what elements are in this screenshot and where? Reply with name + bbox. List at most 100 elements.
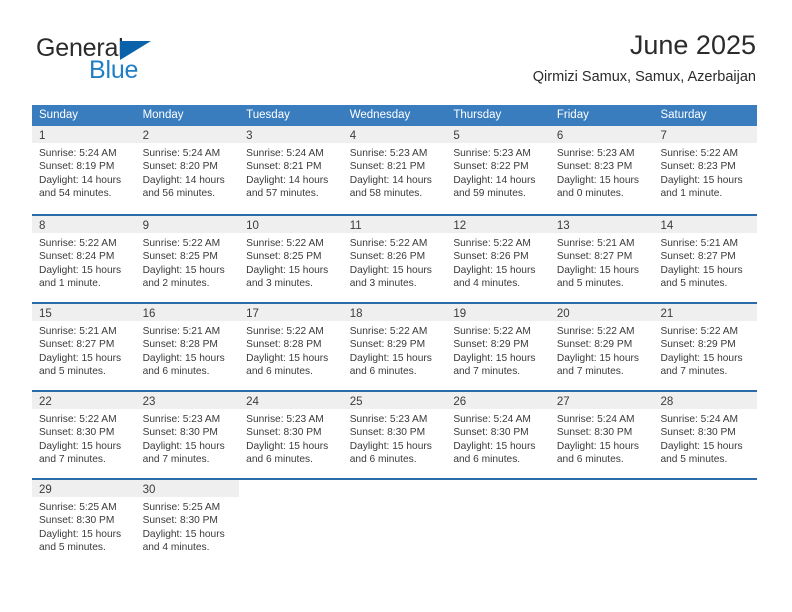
calendar-day-cell[interactable]: 7 Sunrise: 5:22 AM Sunset: 8:23 PM Daylight… bbox=[653, 126, 758, 214]
day-number: 21 bbox=[660, 308, 674, 320]
sunrise-text: Sunrise: 5:21 AM bbox=[556, 238, 635, 249]
day-details: Sunrise: 5:23 AM Sunset: 8:30 PM Daylight:… bbox=[136, 409, 240, 467]
day-number: 7 bbox=[660, 130, 667, 142]
brand-logo[interactable]: General Blue bbox=[36, 34, 236, 90]
calendar-day-cell[interactable]: 25 Sunrise: 5:23 AM Sunset: 8:30 PM Dayligh… bbox=[342, 392, 447, 478]
day-number-band: 12 bbox=[446, 216, 550, 233]
day-number-band: 22 bbox=[32, 392, 136, 409]
calendar-day-cell[interactable]: 12 Sunrise: 5:22 AM Sunset: 8:26 PM Dayligh… bbox=[446, 216, 550, 302]
calendar-day-cell[interactable]: 4 Sunrise: 5:23 AM Sunset: 8:21 PM Daylight… bbox=[342, 126, 447, 214]
calendar-day-cell[interactable]: 2 Sunrise: 5:24 AM Sunset: 8:20 PM Daylight… bbox=[135, 126, 240, 214]
sunset-text: Sunset: 8:23 PM bbox=[660, 161, 736, 173]
calendar-day-cell[interactable]: 6 Sunrise: 5:23 AM Sunset: 8:23 PM Daylight… bbox=[549, 126, 654, 214]
calendar-day-cell[interactable]: 14 Sunrise: 5:21 AM Sunset: 8:27 PM Dayligh… bbox=[653, 216, 758, 302]
daylight-text-line2: and 3 minutes. bbox=[246, 278, 313, 290]
calendar-day-cell[interactable]: 21 Sunrise: 5:22 AM Sunset: 8:29 PM Dayligh… bbox=[653, 304, 758, 390]
daylight-text-line1: Daylight: 15 hours bbox=[246, 264, 329, 276]
calendar-day-cell[interactable]: 27 Sunrise: 5:24 AM Sunset: 8:30 PM Dayligh… bbox=[549, 392, 654, 478]
day-number: 2 bbox=[142, 130, 149, 142]
daylight-text-line1: Daylight: 15 hours bbox=[39, 440, 122, 452]
sunset-text: Sunset: 8:30 PM bbox=[660, 427, 736, 439]
daylight-text-line2: and 58 minutes. bbox=[349, 188, 423, 200]
calendar-day-cell[interactable]: 11 Sunrise: 5:22 AM Sunset: 8:26 PM Dayligh… bbox=[342, 216, 447, 302]
day-details: Sunrise: 5:23 AM Sunset: 8:23 PM Daylight:… bbox=[550, 143, 654, 201]
calendar-day-cell[interactable]: 15 Sunrise: 5:21 AM Sunset: 8:27 PM Dayligh… bbox=[32, 304, 136, 390]
sunrise-text: Sunrise: 5:22 AM bbox=[246, 238, 324, 249]
calendar-day-cell[interactable]: 10 Sunrise: 5:22 AM Sunset: 8:25 PM Dayligh… bbox=[239, 216, 343, 302]
daylight-text-line2: and 4 minutes. bbox=[453, 278, 521, 290]
daylight-text-line1: Daylight: 15 hours bbox=[556, 264, 640, 276]
calendar-day-cell[interactable]: 23 Sunrise: 5:23 AM Sunset: 8:30 PM Dayligh… bbox=[135, 392, 240, 478]
calendar-day-cell[interactable]: 24 Sunrise: 5:23 AM Sunset: 8:30 PM Dayligh… bbox=[239, 392, 343, 478]
weekday-header-tuesday: Tuesday bbox=[246, 109, 290, 121]
weekday-header-saturday: Saturday bbox=[660, 109, 707, 121]
sunset-text: Sunset: 8:25 PM bbox=[246, 251, 322, 263]
daylight-text-line2: and 5 minutes. bbox=[660, 454, 728, 466]
sunrise-text: Sunrise: 5:24 AM bbox=[246, 148, 324, 159]
calendar-day-cell[interactable]: 17 Sunrise: 5:22 AM Sunset: 8:28 PM Dayligh… bbox=[239, 304, 343, 390]
calendar-day-cell[interactable]: 16 Sunrise: 5:21 AM Sunset: 8:28 PM Dayligh… bbox=[135, 304, 240, 390]
calendar-day-cell[interactable]: 5 Sunrise: 5:23 AM Sunset: 8:22 PM Daylight… bbox=[446, 126, 550, 214]
sunrise-text: Sunrise: 5:22 AM bbox=[556, 326, 635, 337]
daylight-text-line2: and 6 minutes. bbox=[556, 454, 624, 466]
calendar-day-cell[interactable]: 20 Sunrise: 5:22 AM Sunset: 8:29 PM Dayligh… bbox=[549, 304, 654, 390]
day-number: 18 bbox=[349, 308, 363, 320]
day-details: Sunrise: 5:22 AM Sunset: 8:25 PM Daylight:… bbox=[136, 233, 240, 291]
day-details: Sunrise: 5:22 AM Sunset: 8:30 PM Daylight:… bbox=[32, 409, 136, 467]
sunset-text: Sunset: 8:26 PM bbox=[453, 251, 529, 263]
sunset-text: Sunset: 8:28 PM bbox=[246, 339, 322, 351]
sunrise-text: Sunrise: 5:25 AM bbox=[142, 502, 221, 513]
day-details: Sunrise: 5:22 AM Sunset: 8:29 PM Daylight:… bbox=[446, 321, 550, 379]
title-block: June 2025 Qirmizi Samux, Samux, Azerbaij… bbox=[533, 28, 756, 86]
weekday-header-row: Sunday Monday Tuesday Wednesday Thursday… bbox=[32, 105, 757, 126]
day-number-band: 9 bbox=[135, 216, 240, 233]
daylight-text-line1: Daylight: 15 hours bbox=[142, 440, 225, 452]
page-subtitle: Qirmizi Samux, Samux, Azerbaijan bbox=[532, 69, 756, 85]
day-number-band bbox=[343, 480, 447, 497]
calendar-day-cell[interactable]: 1 Sunrise: 5:24 AM Sunset: 8:19 PM Daylight… bbox=[32, 126, 136, 214]
calendar-day-cell[interactable]: 18 Sunrise: 5:22 AM Sunset: 8:29 PM Dayligh… bbox=[342, 304, 447, 390]
sunset-text: Sunset: 8:29 PM bbox=[453, 339, 529, 351]
sunset-text: Sunset: 8:27 PM bbox=[556, 251, 633, 263]
calendar-day-cell[interactable]: 22 Sunrise: 5:22 AM Sunset: 8:30 PM Dayligh… bbox=[32, 392, 136, 478]
calendar-day-cell[interactable]: 13 Sunrise: 5:21 AM Sunset: 8:27 PM Dayligh… bbox=[549, 216, 654, 302]
calendar-day-cell[interactable]: 19 Sunrise: 5:22 AM Sunset: 8:29 PM Dayligh… bbox=[446, 304, 550, 390]
day-details: Sunrise: 5:24 AM Sunset: 8:30 PM Daylight:… bbox=[446, 409, 550, 467]
day-number-band: 21 bbox=[653, 304, 758, 321]
calendar-day-cell[interactable]: 3 Sunrise: 5:24 AM Sunset: 8:21 PM Daylight… bbox=[239, 126, 343, 214]
calendar-day-cell[interactable]: 28 Sunrise: 5:24 AM Sunset: 8:30 PM Dayligh… bbox=[653, 392, 758, 478]
daylight-text-line2: and 7 minutes. bbox=[453, 366, 521, 378]
daylight-text-line1: Daylight: 15 hours bbox=[453, 264, 536, 276]
daylight-text-line1: Daylight: 14 hours bbox=[349, 174, 432, 186]
day-number-band: 23 bbox=[135, 392, 240, 409]
sunrise-text: Sunrise: 5:23 AM bbox=[453, 148, 531, 159]
page-title: June 2025 bbox=[629, 30, 756, 60]
daylight-text-line2: and 5 minutes. bbox=[39, 366, 106, 378]
calendar-day-cell[interactable]: 9 Sunrise: 5:22 AM Sunset: 8:25 PM Daylight… bbox=[135, 216, 240, 302]
daylight-text-line2: and 6 minutes. bbox=[349, 454, 417, 466]
daylight-text-line2: and 6 minutes. bbox=[142, 366, 210, 378]
calendar-day-cell[interactable]: 26 Sunrise: 5:24 AM Sunset: 8:30 PM Dayligh… bbox=[446, 392, 550, 478]
day-details: Sunrise: 5:24 AM Sunset: 8:19 PM Daylight:… bbox=[32, 143, 136, 201]
daylight-text-line1: Daylight: 15 hours bbox=[453, 440, 536, 452]
day-number: 1 bbox=[39, 130, 46, 142]
daylight-text-line2: and 7 minutes. bbox=[556, 366, 624, 378]
daylight-text-line2: and 7 minutes. bbox=[660, 366, 728, 378]
sunset-text: Sunset: 8:30 PM bbox=[39, 515, 115, 527]
day-number: 16 bbox=[142, 308, 156, 320]
daylight-text-line2: and 1 minute. bbox=[39, 278, 101, 290]
calendar-day-cell[interactable]: 8 Sunrise: 5:22 AM Sunset: 8:24 PM Daylight… bbox=[32, 216, 136, 302]
day-number-band: 29 bbox=[32, 480, 136, 497]
sunset-text: Sunset: 8:30 PM bbox=[142, 515, 218, 527]
day-number-band: 26 bbox=[446, 392, 550, 409]
day-details: Sunrise: 5:24 AM Sunset: 8:21 PM Daylight:… bbox=[239, 143, 343, 201]
sunset-text: Sunset: 8:25 PM bbox=[142, 251, 218, 263]
day-number: 3 bbox=[246, 130, 253, 142]
calendar-day-cell[interactable]: 30 Sunrise: 5:25 AM Sunset: 8:30 PM Dayligh… bbox=[135, 480, 240, 566]
day-number: 28 bbox=[660, 396, 674, 408]
daylight-text-line1: Daylight: 15 hours bbox=[349, 352, 432, 364]
daylight-text-line2: and 5 minutes. bbox=[39, 542, 106, 554]
calendar-day-cell[interactable]: 29 Sunrise: 5:25 AM Sunset: 8:30 PM Dayligh… bbox=[32, 480, 136, 566]
sunrise-text: Sunrise: 5:23 AM bbox=[246, 414, 324, 425]
daylight-text-line1: Daylight: 15 hours bbox=[453, 352, 536, 364]
